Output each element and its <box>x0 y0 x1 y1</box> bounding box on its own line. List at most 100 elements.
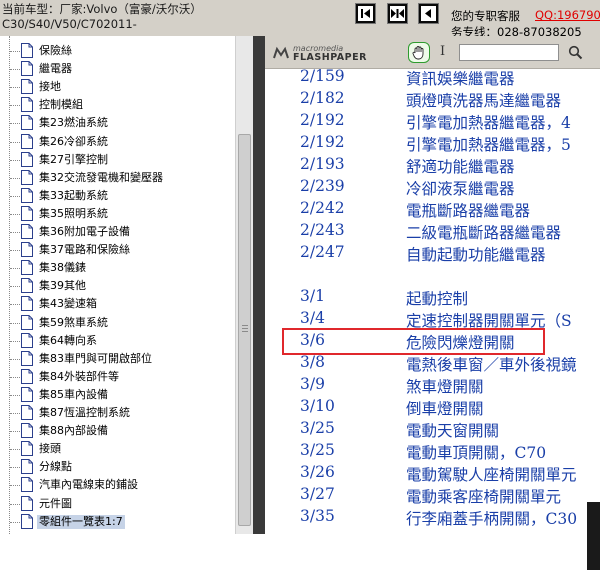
tree-branch-line <box>10 105 20 107</box>
tree-item[interactable]: 集88內部設備 <box>0 422 234 440</box>
tree-scrollbar[interactable] <box>235 36 253 534</box>
tree-item[interactable]: 集87恆溫控制系統 <box>0 404 234 422</box>
component-title: 舒適功能繼電器 <box>406 158 515 176</box>
tree-item-label: 集32交流發電機和變壓器 <box>39 170 163 184</box>
search-icon[interactable] <box>568 45 583 60</box>
component-title: 電動天窗開關 <box>406 422 500 440</box>
page-reference: 3/8 <box>300 353 325 371</box>
search-input[interactable] <box>459 44 559 61</box>
tree-item-label: 保險絲 <box>39 44 72 57</box>
component-title: 資訊娛樂繼電器 <box>406 70 515 88</box>
tree-item[interactable]: 集37電路和保險絲 <box>0 241 234 259</box>
document-icon <box>21 115 33 131</box>
viewer-toolbar: macromedia FLASHPAPER I <box>265 36 600 69</box>
tree-branch-line <box>10 286 20 288</box>
tree-item-label: 集43變速箱 <box>39 297 97 311</box>
tree-branch-line <box>10 485 20 487</box>
page-reference: 3/9 <box>300 375 325 393</box>
tree-item[interactable]: 保險絲 <box>0 42 234 60</box>
tree-item[interactable]: 控制模組 <box>0 96 234 114</box>
document-icon <box>21 332 33 348</box>
tree-item[interactable]: 集27引擎控制 <box>0 151 234 169</box>
component-title: 起動控制 <box>406 290 469 308</box>
tree-item[interactable]: 集85車內設備 <box>0 386 234 404</box>
document-icon <box>21 350 33 366</box>
page-reference: 2/182 <box>300 89 345 107</box>
tree-item[interactable]: 分線點 <box>0 458 234 476</box>
document-scrollbar-thumb[interactable] <box>587 502 600 570</box>
tree-scrollbar-thumb[interactable] <box>238 134 251 526</box>
component-title: 電動駕駛人座椅開關單元 <box>406 466 577 484</box>
tree-item[interactable]: 繼電器 <box>0 60 234 78</box>
document-icon <box>21 133 33 149</box>
highlight-annotation <box>282 328 545 355</box>
component-title: 電動車頂開關，C70 <box>406 444 547 462</box>
tree-item[interactable]: 零組件一覽表1:7 <box>0 513 234 531</box>
component-title: 自動起動功能繼電器 <box>406 246 546 264</box>
qq-contact-link[interactable]: QQ:196790 <box>535 8 600 22</box>
text-select-tool[interactable]: I <box>440 44 445 59</box>
component-title: 煞車燈開關 <box>406 378 484 396</box>
tree-item[interactable]: 集84外裝部件等 <box>0 368 234 386</box>
tree-item[interactable]: 元件圖 <box>0 495 234 513</box>
tree-item[interactable]: 集43變速箱 <box>0 295 234 313</box>
tree-item[interactable]: 接頭 <box>0 440 234 458</box>
tree-item[interactable]: 集83車門與可開啟部位 <box>0 350 234 368</box>
tree-branch-line <box>10 250 20 252</box>
component-title: 倒車燈開關 <box>406 400 484 418</box>
tree-item[interactable]: 集38儀錶 <box>0 259 234 277</box>
page-reference: 3/4 <box>300 309 325 327</box>
tree-item[interactable]: 集33起動系統 <box>0 187 234 205</box>
tree-item[interactable]: 集39其他 <box>0 277 234 295</box>
document-viewer: macromedia FLASHPAPER I 2/159 資訊娛樂繼電器 2/18… <box>265 36 600 534</box>
tree-item-label: 集85車內設備 <box>39 387 108 401</box>
tree-item[interactable]: 汽車內電線束的鋪設 <box>0 476 234 494</box>
tree-item[interactable]: 集59煞車系統 <box>0 314 234 332</box>
document-icon <box>21 61 33 77</box>
document-icon <box>21 477 33 493</box>
document-scrollbar[interactable] <box>587 36 600 570</box>
tree-item-label: 集88內部設備 <box>39 424 108 438</box>
component-title: 電熱後車窗／車外後視鏡 <box>406 356 577 374</box>
tree-item[interactable]: 集64轉向系 <box>0 332 234 350</box>
tree-item-label: 集33起動系統 <box>39 188 108 202</box>
document-icon <box>21 79 33 95</box>
document-icon <box>21 386 33 402</box>
tree-item[interactable]: 接地 <box>0 78 234 96</box>
tree-item[interactable]: 集36附加電子設備 <box>0 223 234 241</box>
document-icon <box>21 368 33 384</box>
category-tree-panel: 保險絲繼電器 接地 控制模組 集23燃油系統 集26冷卻系統 集27引擎控制 集32交流發電… <box>0 36 253 534</box>
tree-item-label: 集35照明系統 <box>39 206 108 220</box>
previous-page-button[interactable] <box>418 3 439 24</box>
page-reference: 2/193 <box>300 155 345 173</box>
flashpaper-logo: macromedia FLASHPAPER <box>271 44 381 64</box>
panel-splitter[interactable] <box>253 36 265 534</box>
tree-item[interactable]: 集35照明系統 <box>0 205 234 223</box>
document-icon <box>21 43 33 58</box>
expand-icon <box>391 9 404 18</box>
tree-item-label: 零組件一覽表1:7 <box>37 514 125 529</box>
tree-item-label: 集87恆溫控制系統 <box>39 406 130 419</box>
first-page-button[interactable] <box>355 3 376 24</box>
page-reference: 3/10 <box>300 397 335 415</box>
page-reference: 2/192 <box>300 111 345 129</box>
tree-branch-line <box>10 358 20 360</box>
tree-item[interactable]: 集23燃油系統 <box>0 114 234 132</box>
tree-branch-line <box>10 431 20 433</box>
component-title: 冷卻液泵繼電器 <box>406 180 515 198</box>
hand-tool-button[interactable] <box>408 42 430 63</box>
tree-branch-line <box>10 449 20 451</box>
expand-button[interactable] <box>387 3 408 24</box>
tree-item[interactable]: 集32交流發電機和變壓器 <box>0 169 234 187</box>
tree-item[interactable]: 集26冷卻系統 <box>0 133 234 151</box>
page-reference: 2/242 <box>300 199 345 217</box>
current-model-code: C30/S40/V50/C702011- <box>2 17 137 31</box>
tree-item-label: 集84外裝部件等 <box>39 369 119 383</box>
document-icon <box>21 224 33 239</box>
tree-branch-line <box>10 141 20 143</box>
tree-item-label: 集36附加電子設備 <box>39 225 130 238</box>
tree-branch-line <box>10 503 20 505</box>
tree-branch-line <box>10 376 20 378</box>
tree-item-label: 集37電路和保險絲 <box>39 243 130 257</box>
document-icon <box>21 459 33 475</box>
